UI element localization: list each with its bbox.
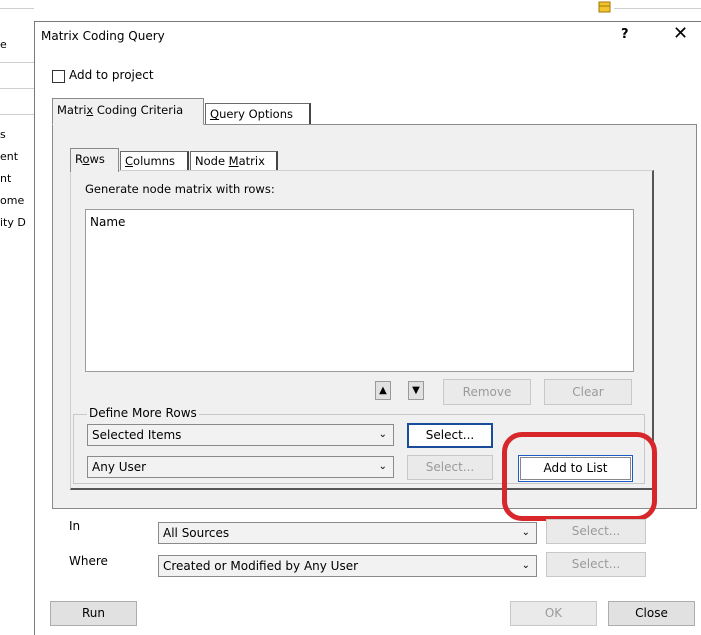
- combo-value: All Sources: [163, 526, 230, 540]
- matrix-coding-query-dialog: Matrix Coding Query ? ✕ Add to project M…: [34, 21, 701, 635]
- up-arrow-icon: ▲: [379, 385, 387, 396]
- help-icon[interactable]: ?: [621, 27, 629, 42]
- user-combo[interactable]: Any User ⌄: [87, 456, 394, 478]
- background-divider: [0, 88, 34, 89]
- close-button[interactable]: Close: [608, 601, 695, 626]
- add-to-project-label: Add to project: [69, 68, 154, 82]
- move-up-button[interactable]: ▲: [375, 381, 391, 400]
- tab-label: Rows: [75, 152, 105, 166]
- background-divider: [0, 62, 34, 63]
- list-item[interactable]: Name: [86, 210, 633, 234]
- move-down-button[interactable]: ▼: [408, 381, 424, 400]
- in-combo[interactable]: All Sources ⌄: [158, 522, 537, 544]
- tab-label: Matrix Coding Criteria: [57, 103, 184, 117]
- where-select-button[interactable]: Select...: [546, 552, 646, 577]
- background-divider: [614, 8, 701, 9]
- clear-button[interactable]: Clear: [544, 379, 632, 405]
- in-label: In: [69, 519, 81, 533]
- background-text: ome: [0, 194, 25, 207]
- background-text: s: [0, 128, 6, 141]
- where-combo[interactable]: Created or Modified by Any User ⌄: [158, 555, 537, 577]
- tab-rows[interactable]: Rows: [70, 148, 119, 172]
- rows-list[interactable]: Name: [85, 209, 634, 372]
- tab-label: Columns: [125, 154, 176, 168]
- run-button[interactable]: Run: [50, 601, 137, 626]
- tab-query-options[interactable]: Query Options: [205, 103, 311, 124]
- where-label: Where: [69, 554, 108, 568]
- background-text: ity D: [0, 216, 26, 229]
- tab-node-matrix[interactable]: Node Matrix: [190, 151, 278, 171]
- combo-value: Created or Modified by Any User: [163, 559, 359, 573]
- add-to-project-checkbox[interactable]: [52, 70, 65, 83]
- background-divider: [0, 8, 34, 9]
- select-items-button[interactable]: Select...: [407, 423, 493, 448]
- down-arrow-icon: ▼: [412, 385, 420, 396]
- tab-label: Node Matrix: [195, 154, 265, 168]
- close-icon[interactable]: ✕: [673, 24, 688, 44]
- dialog-title: Matrix Coding Query: [41, 29, 165, 43]
- highlight-annotation: [502, 432, 657, 521]
- combo-value: Any User: [92, 460, 147, 474]
- select-user-button[interactable]: Select...: [407, 455, 493, 480]
- database-icon: [596, 0, 614, 14]
- define-more-rows-legend: Define More Rows: [87, 406, 199, 420]
- chevron-down-icon: ⌄: [378, 429, 387, 440]
- in-select-button[interactable]: Select...: [546, 519, 646, 544]
- ok-button[interactable]: OK: [510, 601, 597, 626]
- chevron-down-icon: ⌄: [521, 560, 530, 571]
- rows-caption: Generate node matrix with rows:: [85, 182, 275, 196]
- chevron-down-icon: ⌄: [521, 527, 530, 538]
- tab-label: Query Options: [210, 107, 293, 121]
- combo-value: Selected Items: [92, 428, 182, 442]
- background-text: e: [0, 38, 7, 51]
- remove-button[interactable]: Remove: [443, 379, 531, 405]
- background-divider: [0, 114, 34, 115]
- tab-columns[interactable]: Columns: [120, 151, 189, 171]
- chevron-down-icon: ⌄: [378, 461, 387, 472]
- background-text: ent: [0, 150, 19, 163]
- tab-matrix-coding-criteria[interactable]: Matrix Coding Criteria: [52, 98, 204, 125]
- row-source-combo[interactable]: Selected Items ⌄: [87, 424, 394, 446]
- background-text: nt: [0, 172, 12, 185]
